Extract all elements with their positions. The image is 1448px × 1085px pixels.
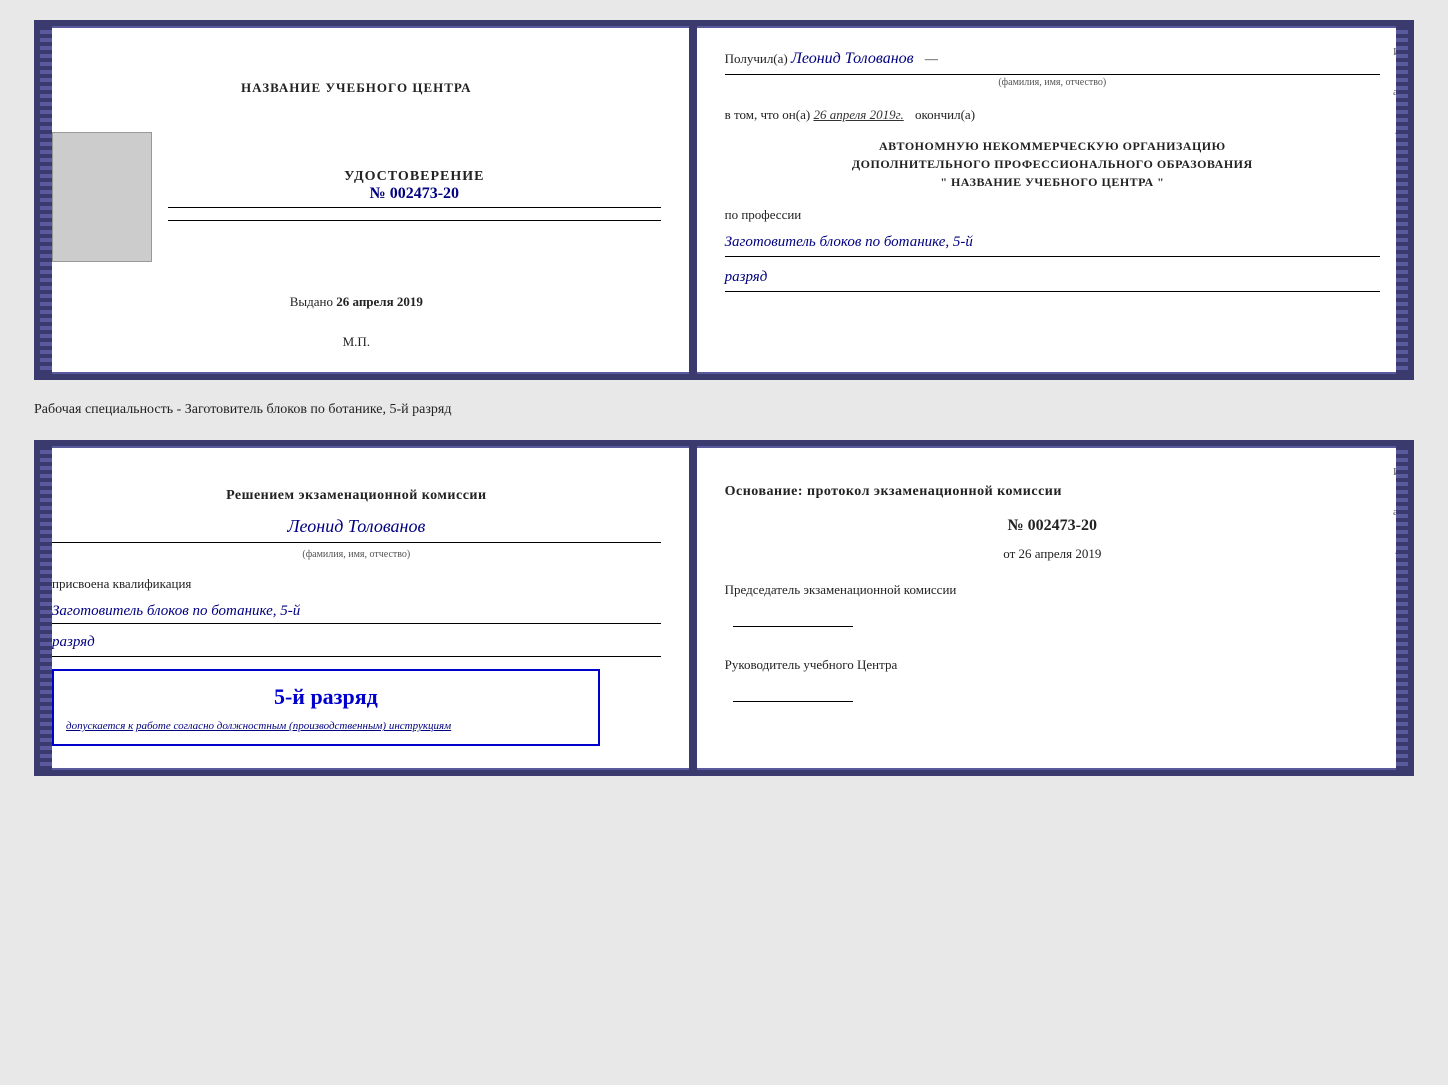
upper-right-content: Получил(а) Леонид Толованов — (фамилия, … bbox=[725, 46, 1380, 292]
page-wrapper: НАЗВАНИЕ УЧЕБНОГО ЦЕНТРА УДОСТОВЕРЕНИЕ №… bbox=[34, 20, 1414, 776]
admit-details: работе согласно должностным (производств… bbox=[136, 720, 451, 732]
lower-edge-mark-2: а bbox=[1393, 506, 1404, 518]
chairman-block: Председатель экзаменационной комиссии bbox=[725, 579, 1380, 634]
upper-certificate: НАЗВАНИЕ УЧЕБНОГО ЦЕНТРА УДОСТОВЕРЕНИЕ №… bbox=[34, 20, 1414, 380]
lower-left-content: Решением экзаменационной комиссии Леонид… bbox=[52, 470, 661, 746]
cert-id-section: УДОСТОВЕРЕНИЕ № 002473-20 bbox=[168, 169, 661, 225]
lower-right-content: Основание: протокол экзаменационной коми… bbox=[725, 466, 1380, 709]
mp-label: М.П. bbox=[343, 334, 370, 350]
stamp-box: 5-й разряд допускается к работе согласно… bbox=[52, 669, 600, 746]
photo-placeholder bbox=[52, 132, 152, 262]
right-edge-marks: И а ← bbox=[1393, 46, 1404, 138]
cert-middle: УДОСТОВЕРЕНИЕ № 002473-20 bbox=[52, 132, 661, 262]
chairman-signature bbox=[733, 607, 853, 627]
director-block: Руководитель учебного Центра bbox=[725, 654, 1380, 709]
rank-handwritten: разряд bbox=[52, 630, 661, 657]
cert-title: УДОСТОВЕРЕНИЕ bbox=[168, 169, 661, 185]
lower-edge-mark-3: ← bbox=[1393, 546, 1404, 558]
lower-cert-right: Основание: протокол экзаменационной коми… bbox=[697, 446, 1408, 770]
profession-block: по профессии Заготовитель блоков по бота… bbox=[725, 205, 1380, 292]
rank-line: разряд bbox=[725, 265, 1380, 292]
protocol-number: № 002473-20 bbox=[725, 512, 1380, 539]
edge-mark-2: а bbox=[1393, 86, 1404, 98]
stamp-admit: допускается к работе согласно должностны… bbox=[66, 718, 586, 736]
stamp-rank: 5-й разряд bbox=[66, 679, 586, 714]
fio-label: (фамилия, имя, отчество) bbox=[725, 74, 1380, 91]
lower-right-edge-marks: И а ← bbox=[1393, 466, 1404, 558]
profession-name: Заготовитель блоков по ботанике, 5-й bbox=[725, 230, 1380, 257]
qualification-name: Заготовитель блоков по ботанике, 5-й bbox=[52, 599, 661, 624]
director-signature bbox=[733, 682, 853, 702]
issued-section: Выдано 26 апреля 2019 bbox=[290, 294, 423, 310]
lower-name: Леонид Толованов bbox=[52, 512, 661, 541]
upper-cert-left: НАЗВАНИЕ УЧЕБНОГО ЦЕНТРА УДОСТОВЕРЕНИЕ №… bbox=[40, 26, 697, 374]
protocol-date: от 26 апреля 2019 bbox=[725, 543, 1380, 565]
training-center-label: НАЗВАНИЕ УЧЕБНОГО ЦЕНТРА bbox=[241, 80, 472, 96]
edge-mark-3: ← bbox=[1393, 126, 1404, 138]
specialty-label: Рабочая специальность - Заготовитель бло… bbox=[34, 398, 1414, 422]
recipient-line: Получил(а) Леонид Толованов — (фамилия, … bbox=[725, 46, 1380, 91]
cert-number: № 002473-20 bbox=[168, 185, 661, 203]
lower-edge-mark-1: И bbox=[1393, 466, 1404, 478]
qualification-text: присвоена квалификация Заготовитель блок… bbox=[52, 574, 661, 657]
lower-cert-left: Решением экзаменационной комиссии Леонид… bbox=[40, 446, 697, 770]
recipient-name: Леонид Толованов bbox=[791, 50, 914, 67]
lower-certificate: Решением экзаменационной комиссии Леонид… bbox=[34, 440, 1414, 776]
issued-date: 26 апреля 2019 bbox=[336, 294, 423, 309]
completion-line: в том, что он(а) 26 апреля 2019г. окончи… bbox=[725, 105, 1380, 126]
completion-date: 26 апреля 2019г. bbox=[813, 107, 903, 122]
basis-heading: Основание: протокол экзаменационной коми… bbox=[725, 482, 1380, 502]
upper-cert-right: Получил(а) Леонид Толованов — (фамилия, … bbox=[697, 26, 1408, 374]
commission-heading: Решением экзаменационной комиссии bbox=[52, 486, 661, 506]
cert-number-value: 002473-20 bbox=[390, 185, 459, 202]
lower-fio-label: (фамилия, имя, отчество) bbox=[302, 549, 410, 560]
org-block: АВТОНОМНУЮ НЕКОММЕРЧЕСКУЮ ОРГАНИЗАЦИЮ ДО… bbox=[725, 137, 1380, 191]
edge-mark-1: И bbox=[1393, 46, 1404, 58]
